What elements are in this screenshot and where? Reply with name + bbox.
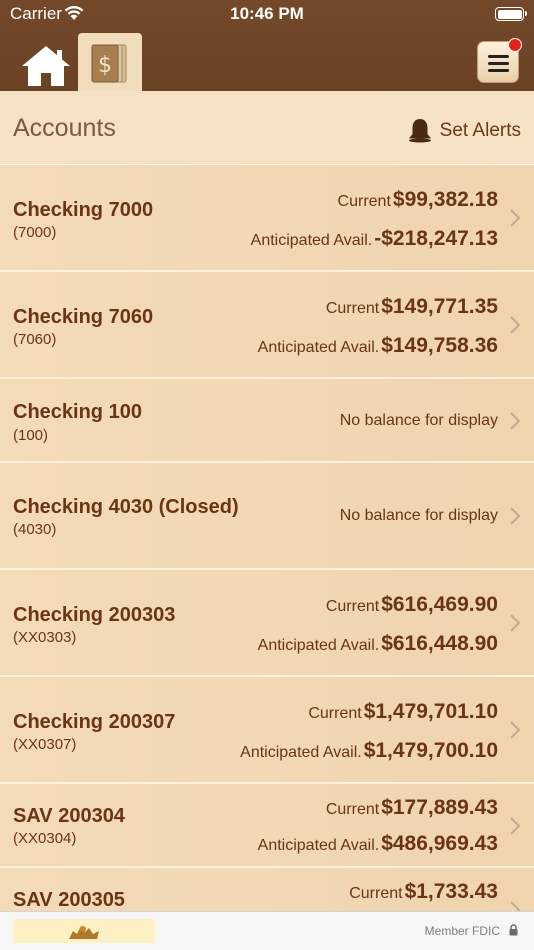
anticipated-label: Anticipated Avail. <box>257 339 380 356</box>
account-name: SAV 200304 <box>13 805 125 827</box>
account-row[interactable]: SAV 200304 (XX0304) Current $177,889.43 … <box>0 784 534 868</box>
anticipated-amount: $149,758.36 <box>381 334 498 357</box>
current-amount: $1,479,701.10 <box>363 700 498 723</box>
anticipated-balance: Anticipated Avail. $1,479,700.10 <box>240 739 498 763</box>
account-number: (100) <box>13 427 49 444</box>
anticipated-balance: Anticipated Avail. $486,969.43 <box>258 832 498 856</box>
chevron-right-icon <box>510 614 521 632</box>
current-amount: $149,771.35 <box>381 295 498 318</box>
home-icon <box>22 46 70 86</box>
top-bar: Carrier 10:46 PM $ <box>0 0 534 91</box>
anticipated-label: Anticipated Avail. <box>257 637 380 654</box>
chevron-right-icon <box>510 507 521 525</box>
chevron-right-icon <box>510 817 521 835</box>
current-amount: $99,382.18 <box>392 188 498 211</box>
account-row[interactable]: Checking 200303 (XX0303) Current $616,46… <box>0 570 534 677</box>
account-row[interactable]: Checking 200307 (XX0307) Current $1,479,… <box>0 677 534 784</box>
anticipated-amount: $1,479,700.10 <box>363 739 498 762</box>
chevron-right-icon <box>510 412 521 430</box>
account-name: SAV 200305 <box>13 889 125 911</box>
anticipated-balance: Anticipated Avail. $149,758.36 <box>258 334 498 358</box>
account-name: Checking 7000 <box>13 199 154 221</box>
account-row[interactable]: Checking 7000 (7000) Current $99,382.18 … <box>0 165 534 272</box>
account-number: (XX0307) <box>13 736 77 753</box>
account-row[interactable]: Checking 4030 (Closed) (4030) No balance… <box>0 463 534 570</box>
anticipated-amount: $616,448.90 <box>381 632 498 655</box>
set-alerts-button[interactable]: Set Alerts <box>408 118 521 144</box>
current-balance: Current $616,469.90 <box>326 593 498 617</box>
account-row[interactable]: Checking 100 (100) No balance for displa… <box>0 379 534 463</box>
bank-logo <box>13 919 155 943</box>
current-label: Current <box>308 705 362 722</box>
chevron-right-icon <box>510 209 521 227</box>
home-button[interactable] <box>20 44 72 88</box>
account-number: (7060) <box>13 331 57 348</box>
account-number: (7000) <box>13 224 57 241</box>
current-label: Current <box>325 300 380 317</box>
notification-badge <box>508 38 522 52</box>
current-amount: $1,733.43 <box>404 880 498 903</box>
chevron-right-icon <box>510 721 521 739</box>
current-label: Current <box>325 598 380 615</box>
current-balance: Current $1,733.43 <box>349 880 498 904</box>
accounts-list: Checking 7000 (7000) Current $99,382.18 … <box>0 165 534 912</box>
current-amount: $177,889.43 <box>381 796 498 819</box>
anticipated-balance: Anticipated Avail. $616,448.90 <box>258 632 498 656</box>
no-balance-text: No balance for display <box>339 412 498 429</box>
current-balance: Current $177,889.43 <box>326 796 498 820</box>
dollar-bills-icon: $ <box>91 44 127 83</box>
account-number: (4030) <box>13 521 57 538</box>
battery-icon <box>495 7 527 21</box>
account-name: Checking 100 <box>13 401 142 423</box>
anticipated-label: Anticipated Avail. <box>240 744 362 761</box>
no-balance-text: No balance for display <box>339 507 498 524</box>
svg-text:$: $ <box>98 53 112 78</box>
current-label: Current <box>349 885 403 902</box>
anticipated-amount: $486,969.43 <box>381 832 498 855</box>
bell-icon <box>408 119 431 143</box>
current-amount: $616,469.90 <box>381 593 498 616</box>
current-balance: Current $1,479,701.10 <box>308 700 498 724</box>
account-name: Checking 200307 <box>13 711 176 733</box>
menu-button[interactable] <box>477 38 522 83</box>
footer: Member FDIC <box>0 911 534 950</box>
account-name: Checking 200303 <box>13 604 176 626</box>
account-number: (XX0303) <box>13 629 77 646</box>
anticipated-label: Anticipated Avail. <box>250 232 373 249</box>
account-name: Checking 4030 (Closed) <box>13 496 239 518</box>
page-title: Accounts <box>13 114 116 142</box>
current-balance: Current $99,382.18 <box>338 188 498 212</box>
account-number: (XX0304) <box>13 830 77 847</box>
anticipated-label: Anticipated Avail. <box>257 837 380 854</box>
anticipated-amount: -$218,247.13 <box>374 227 498 250</box>
current-balance: Current $149,771.35 <box>326 295 498 319</box>
bank-logo-icon <box>69 926 99 939</box>
accounts-tab[interactable]: $ <box>78 33 142 91</box>
account-row[interactable]: SAV 200305 Current $1,733.43 <box>0 868 534 912</box>
member-fdic-label: Member FDIC <box>424 924 500 938</box>
set-alerts-label: Set Alerts <box>439 120 521 141</box>
current-label: Current <box>337 193 391 210</box>
lock-icon <box>509 924 518 936</box>
accounts-header: Accounts Set Alerts <box>0 91 534 165</box>
chevron-right-icon <box>510 316 521 334</box>
hamburger-menu-icon <box>488 55 509 76</box>
anticipated-balance: Anticipated Avail. -$218,247.13 <box>251 227 498 251</box>
current-label: Current <box>325 801 380 818</box>
account-name: Checking 7060 <box>13 306 154 328</box>
clock: 10:46 PM <box>230 4 304 23</box>
account-row[interactable]: Checking 7060 (7060) Current $149,771.35… <box>0 272 534 379</box>
status-bar: Carrier 10:46 PM <box>0 0 534 28</box>
